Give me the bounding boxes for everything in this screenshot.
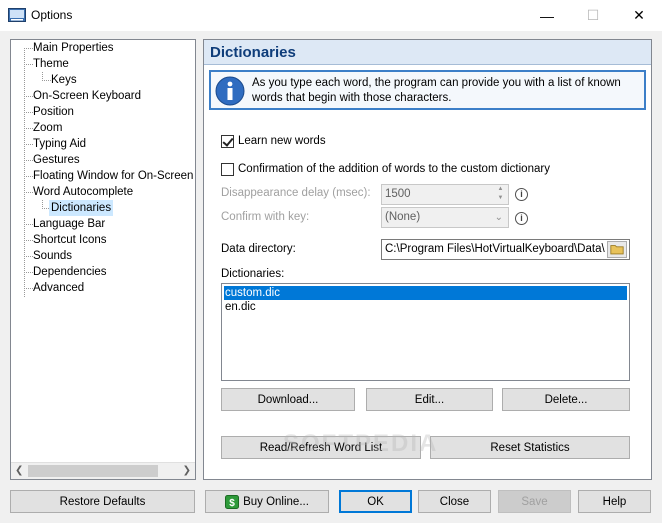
- tree-line: [24, 48, 33, 49]
- tree-item-typing-aid[interactable]: Typing Aid: [33, 136, 86, 152]
- svg-text:$: $: [229, 498, 235, 509]
- tree-item-advanced[interactable]: Advanced: [33, 280, 84, 296]
- tree-line: [24, 272, 33, 273]
- checkbox-unchecked[interactable]: [221, 162, 234, 176]
- tree-line: [24, 144, 33, 145]
- tree-item-position[interactable]: Position: [33, 104, 74, 120]
- edit-button[interactable]: Edit...: [366, 388, 493, 411]
- keyboard-app-icon: [8, 8, 26, 22]
- confirm-key-dropdown[interactable]: (None) ⌄: [381, 207, 509, 228]
- tree-line: [24, 112, 33, 113]
- close-button[interactable]: Close: [418, 490, 491, 513]
- tree-line: [24, 176, 33, 177]
- watermark: SOFTPEDIA: [283, 430, 439, 457]
- reset-statistics-button[interactable]: Reset Statistics: [430, 436, 630, 459]
- browse-folder-button[interactable]: [607, 241, 627, 258]
- list-item[interactable]: custom.dic: [224, 286, 627, 300]
- minimize-icon[interactable]: —: [524, 0, 570, 31]
- confirm-addition-checkbox[interactable]: Confirmation of the addition of words to…: [221, 161, 550, 177]
- restore-defaults-button[interactable]: Restore Defaults: [10, 490, 195, 513]
- tree-item-zoom[interactable]: Zoom: [33, 120, 62, 136]
- tree-line: [24, 288, 33, 289]
- info-help-icon[interactable]: i: [515, 212, 528, 225]
- learn-new-words-checkbox[interactable]: Learn new words: [221, 133, 326, 149]
- info-text: As you type each word, the program can p…: [252, 77, 621, 104]
- scroll-left-icon[interactable]: ❮: [15, 465, 23, 476]
- data-directory-value: C:\Program Files\HotVirtualKeyboard\Data…: [385, 243, 605, 255]
- tree-line: [24, 256, 33, 257]
- title-bar: Options — ☐ ✕: [0, 0, 662, 31]
- tree-line: [24, 224, 33, 225]
- spin-arrows-icon[interactable]: ▲ ▼: [493, 185, 508, 204]
- tree-line: [24, 96, 33, 97]
- tree-line: [24, 128, 33, 129]
- delete-button[interactable]: Delete...: [502, 388, 630, 411]
- maximize-icon[interactable]: ☐: [570, 0, 616, 31]
- buy-online-button[interactable]: $ Buy Online...: [205, 490, 329, 513]
- buy-online-label: Buy Online...: [243, 495, 309, 508]
- dictionaries-panel: Dictionaries As you type each word, the …: [203, 39, 652, 480]
- tree-item-on-screen-keyboard[interactable]: On-Screen Keyboard: [33, 88, 141, 104]
- tree-item-main-properties[interactable]: Main Properties: [33, 40, 114, 56]
- data-directory-label: Data directory:: [221, 243, 296, 255]
- tree-item-word-autocomplete[interactable]: Word Autocomplete: [33, 184, 133, 200]
- tree-line: [24, 240, 33, 241]
- list-item[interactable]: en.dic: [224, 300, 627, 314]
- learn-new-words-label: Learn new words: [238, 135, 326, 147]
- panel-header: Dictionaries: [204, 40, 651, 65]
- info-box: As you type each word, the program can p…: [209, 70, 646, 110]
- save-button[interactable]: Save: [498, 490, 571, 513]
- folder-icon: [610, 245, 624, 255]
- disappearance-delay-value: 1500: [385, 188, 411, 200]
- scroll-thumb[interactable]: [28, 465, 158, 477]
- checkbox-checked[interactable]: [221, 134, 234, 148]
- scroll-right-icon[interactable]: ❯: [183, 465, 191, 476]
- tree-line: [42, 80, 51, 81]
- help-button[interactable]: Help: [578, 490, 651, 513]
- tree-line: [24, 64, 33, 65]
- close-icon[interactable]: ✕: [616, 0, 662, 31]
- tree-item-dependencies[interactable]: Dependencies: [33, 264, 107, 280]
- tree-item-floating-window[interactable]: Floating Window for On-Screen Ke: [33, 168, 195, 184]
- tree-line: [24, 160, 33, 161]
- tree-item-gestures[interactable]: Gestures: [33, 152, 80, 168]
- tree-item-theme[interactable]: Theme: [33, 56, 69, 72]
- tree-item-language-bar[interactable]: Language Bar: [33, 216, 105, 232]
- options-tree[interactable]: Main Properties Theme Keys On-Screen Key…: [10, 39, 196, 480]
- confirm-key-value: (None): [385, 211, 421, 223]
- info-help-icon[interactable]: i: [515, 188, 528, 201]
- confirm-addition-label: Confirmation of the addition of words to…: [238, 163, 550, 175]
- window-title: Options: [31, 8, 73, 22]
- dictionaries-listbox[interactable]: custom.dic en.dic: [221, 283, 630, 381]
- disappearance-delay-spinner[interactable]: 1500 ▲ ▼: [381, 184, 509, 205]
- disappearance-delay-label: Disappearance delay (msec):: [221, 187, 371, 199]
- confirm-key-label: Confirm with key:: [221, 211, 310, 223]
- tree-item-sounds[interactable]: Sounds: [33, 248, 72, 264]
- dollar-icon: $: [225, 494, 240, 509]
- tree-content: Main Properties Theme Keys On-Screen Key…: [11, 40, 195, 463]
- panel-title: Dictionaries: [210, 44, 296, 61]
- data-directory-field[interactable]: C:\Program Files\HotVirtualKeyboard\Data…: [381, 239, 630, 260]
- download-button[interactable]: Download...: [221, 388, 355, 411]
- ok-button[interactable]: OK: [339, 490, 412, 513]
- tree-item-shortcut-icons[interactable]: Shortcut Icons: [33, 232, 107, 248]
- chevron-down-icon[interactable]: ⌄: [495, 208, 503, 227]
- tree-line: [24, 48, 25, 297]
- tree-item-keys[interactable]: Keys: [51, 72, 77, 88]
- tree-line: [24, 192, 33, 193]
- tree-horizontal-scrollbar[interactable]: ❮ ❯: [11, 462, 195, 479]
- info-icon: [215, 76, 245, 106]
- tree-item-dictionaries[interactable]: Dictionaries: [49, 200, 114, 216]
- dictionaries-label: Dictionaries:: [221, 268, 285, 280]
